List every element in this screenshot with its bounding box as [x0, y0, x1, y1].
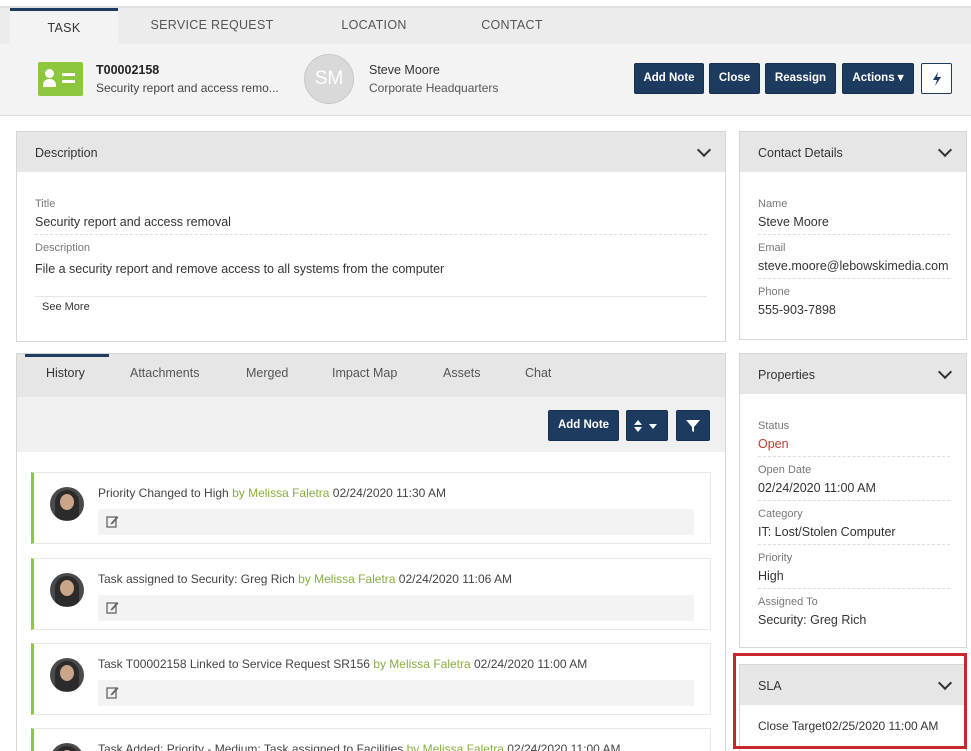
filter-icon [686, 420, 700, 432]
tab-merged[interactable]: Merged [246, 366, 288, 380]
add-note-button[interactable]: Add Note [634, 63, 704, 94]
history-toolbar: Add Note [17, 397, 725, 452]
edit-icon[interactable] [106, 686, 119, 699]
task-card-icon [38, 62, 83, 96]
user-avatar [50, 487, 84, 521]
category-value: IT: Lost/Stolen Computer [758, 525, 896, 539]
history-actions-bar [98, 680, 694, 706]
sort-dropdown-button[interactable] [626, 410, 668, 441]
tab-service-request[interactable]: SERVICE REQUEST [140, 8, 284, 44]
contact-details-panel: Contact Details Name Steve Moore Email s… [739, 131, 967, 340]
divider [758, 588, 950, 589]
divider [758, 278, 950, 279]
tab-location[interactable]: LOCATION [326, 8, 422, 44]
task-summary: Security report and access remo... [96, 81, 279, 95]
divider [35, 296, 707, 297]
contact-location: Corporate Headquarters [369, 81, 499, 95]
description-panel-header[interactable]: Description [17, 132, 725, 172]
field-value: File a security report and remove access… [35, 262, 445, 276]
filter-button[interactable] [676, 410, 710, 441]
tab-assets[interactable]: Assets [443, 366, 481, 380]
sla-highlight-box [733, 653, 967, 749]
chevron-down-icon[interactable] [937, 364, 953, 380]
top-tab-bar: TASK SERVICE REQUEST LOCATION CONTACT [0, 6, 971, 44]
chevron-down-icon[interactable] [696, 142, 712, 158]
assigned-to-value: Security: Greg Rich [758, 613, 867, 627]
history-author[interactable]: by Melissa Faletra [407, 742, 504, 751]
status-value: Open [758, 437, 789, 451]
field-label: Description [35, 242, 91, 254]
panel-title: Description [35, 146, 98, 160]
lightning-icon [932, 72, 941, 86]
divider [35, 234, 707, 235]
contact-details-header[interactable]: Contact Details [740, 132, 966, 172]
panel-title: Properties [758, 368, 815, 382]
history-author[interactable]: by Melissa Faletra [232, 486, 329, 500]
field-label: Phone [758, 286, 790, 298]
contact-name[interactable]: Steve Moore [369, 63, 440, 77]
history-panel: History Attachments Merged Impact Map As… [16, 353, 726, 751]
panel-title: Contact Details [758, 146, 843, 160]
tab-impact-map[interactable]: Impact Map [332, 366, 397, 380]
history-author[interactable]: by Melissa Faletra [298, 572, 395, 586]
contact-name-value: Steve Moore [758, 215, 829, 229]
edit-icon[interactable] [106, 515, 119, 528]
divider [758, 500, 950, 501]
tab-history[interactable]: History [46, 366, 85, 380]
field-label: Open Date [758, 464, 812, 476]
history-item: Task assigned to Security: Greg Rich by … [31, 558, 711, 630]
field-label: Category [758, 508, 803, 520]
close-button[interactable]: Close [709, 63, 760, 94]
contact-phone-value[interactable]: 555-903-7898 [758, 303, 836, 317]
tab-attachments[interactable]: Attachments [130, 366, 199, 380]
field-label: Priority [758, 552, 793, 564]
history-item: Priority Changed to High by Melissa Fale… [31, 472, 711, 544]
sort-icon [634, 420, 657, 432]
field-label: Title [35, 198, 56, 210]
tab-contact[interactable]: CONTACT [466, 8, 558, 44]
history-actions-bar [98, 509, 694, 535]
history-item: Task Added: Priority - Medium; Task assi… [31, 728, 711, 751]
user-avatar [50, 573, 84, 607]
history-author[interactable]: by Melissa Faletra [373, 657, 470, 671]
actions-dropdown-button[interactable]: Actions ▾ [842, 63, 914, 94]
user-avatar [50, 743, 84, 751]
description-panel: Description Title Security report and ac… [16, 131, 726, 342]
task-id: T00002158 [96, 63, 160, 77]
user-avatar [50, 658, 84, 692]
divider [758, 234, 950, 235]
priority-value: High [758, 569, 784, 583]
history-text: Task Added: Priority - Medium; Task assi… [98, 742, 621, 751]
task-header: T00002158 Security report and access rem… [0, 44, 971, 116]
history-actions-bar [98, 595, 694, 621]
tab-task[interactable]: TASK [10, 8, 118, 44]
history-text: Task assigned to Security: Greg Rich by … [98, 572, 513, 586]
history-tab-bar: History Attachments Merged Impact Map As… [17, 354, 725, 397]
edit-icon[interactable] [106, 601, 119, 614]
field-label: Name [758, 198, 788, 210]
history-text: Priority Changed to High by Melissa Fale… [98, 486, 446, 500]
field-label: Email [758, 242, 786, 254]
contact-email-value[interactable]: steve.moore@lebowskimedia.com [758, 259, 949, 273]
see-more-link[interactable]: See More [42, 301, 90, 313]
avatar: SM [304, 54, 354, 104]
history-item: Task T00002158 Linked to Service Request… [31, 643, 711, 715]
history-text: Task T00002158 Linked to Service Request… [98, 657, 588, 671]
active-tab-indicator [25, 354, 109, 357]
properties-panel: Properties Status Open Open Date 02/24/2… [739, 353, 967, 648]
open-date-value: 02/24/2020 11:00 AM [758, 481, 876, 495]
reassign-button[interactable]: Reassign [765, 63, 836, 94]
field-label: Status [758, 420, 790, 432]
field-label: Assigned To [758, 596, 818, 608]
properties-header[interactable]: Properties [740, 354, 966, 394]
divider [758, 544, 950, 545]
divider [758, 456, 950, 457]
field-value: Security report and access removal [35, 215, 231, 229]
history-add-note-button[interactable]: Add Note [548, 410, 619, 441]
chevron-down-icon[interactable] [937, 142, 953, 158]
quick-action-button[interactable] [921, 63, 952, 94]
tab-chat[interactable]: Chat [525, 366, 551, 380]
